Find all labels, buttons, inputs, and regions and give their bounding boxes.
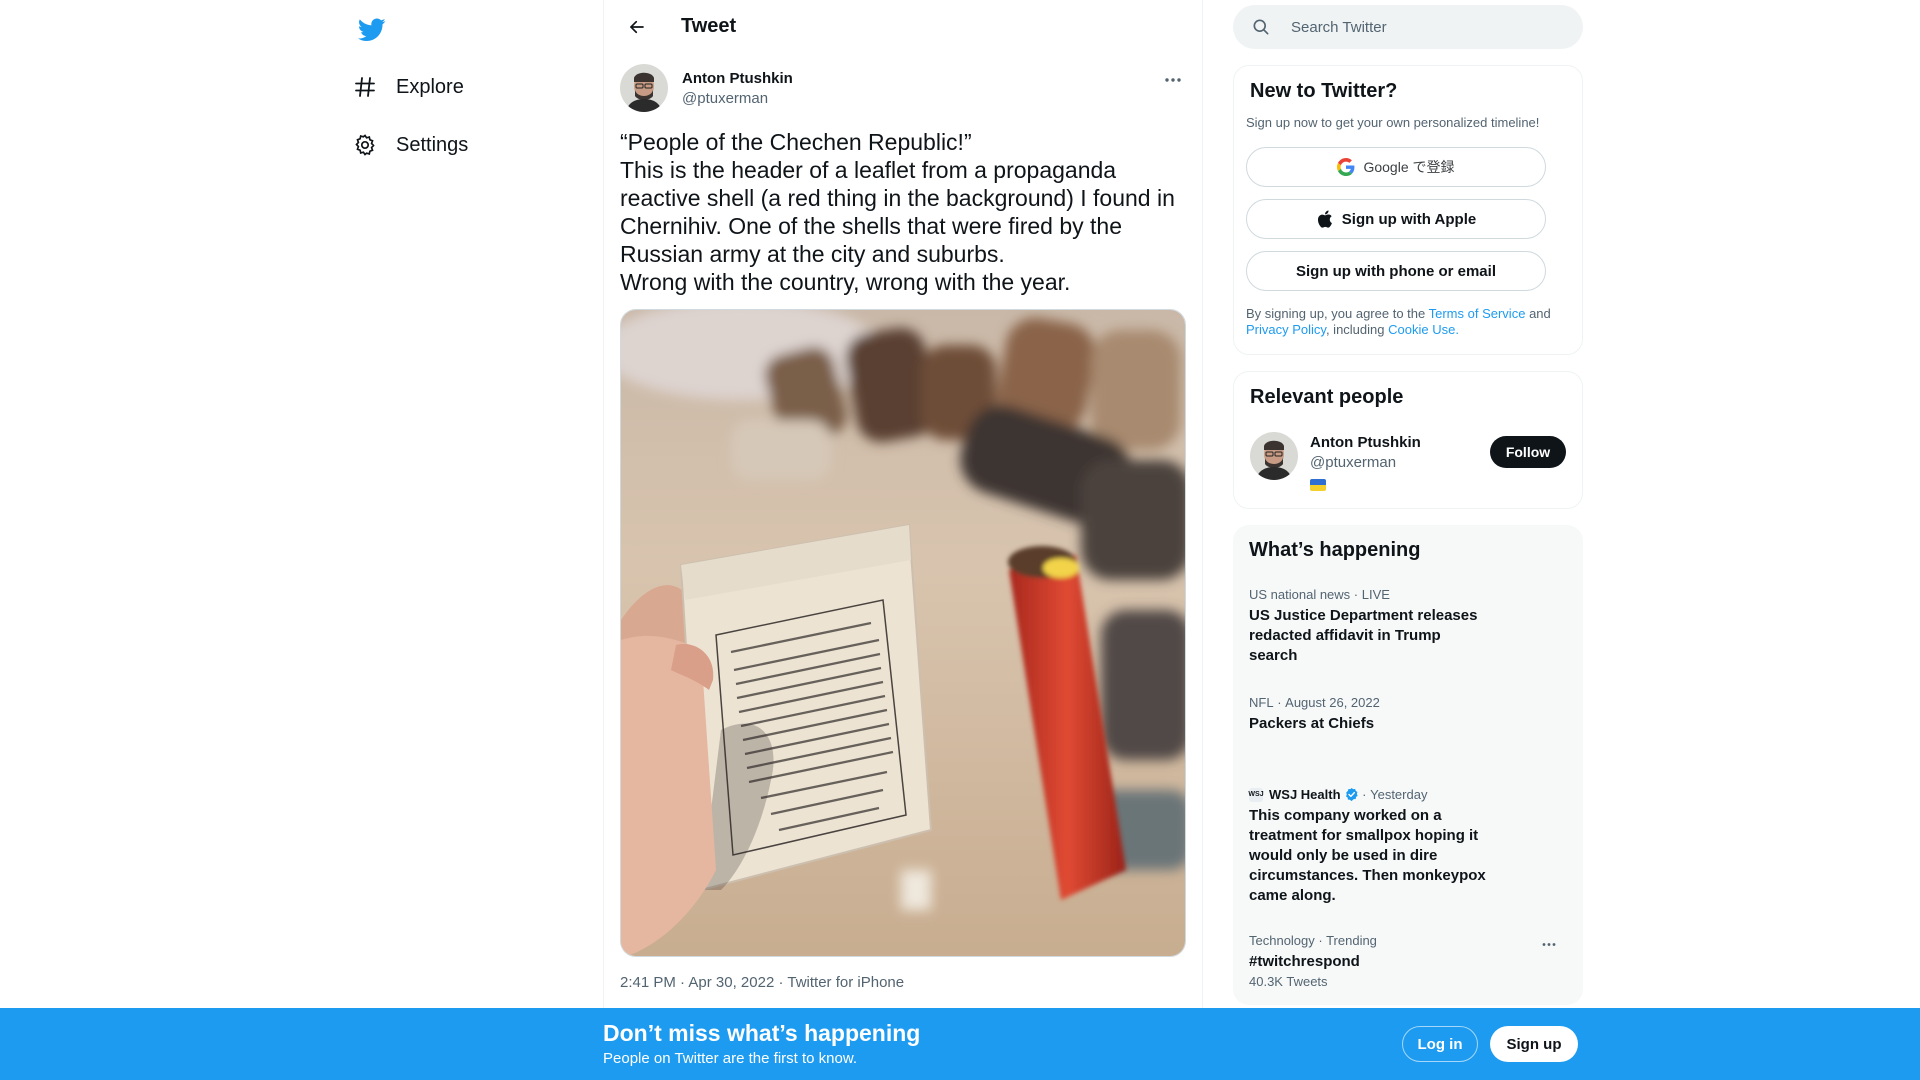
search-input[interactable] [1291, 18, 1561, 36]
trend-source: WSJ Health [1269, 787, 1341, 802]
nav-item-label: Explore [396, 75, 464, 98]
prompt-title: Don’t miss what’s happening [603, 1020, 921, 1046]
panel-subtitle: Sign up now to get your own personalized… [1246, 115, 1540, 130]
tweet-date: Apr 30, 2022 [688, 974, 775, 991]
meta-separator: · [680, 974, 686, 991]
apple-signup-button[interactable]: Sign up with Apple [1246, 199, 1546, 239]
legal-text: and [1529, 306, 1551, 321]
signup-button[interactable]: Sign up [1490, 1026, 1578, 1062]
trend-status: LIVE [1361, 587, 1390, 602]
search-icon [1251, 17, 1271, 37]
ukraine-flag-icon [1310, 479, 1326, 491]
apple-signup-label: Sign up with Apple [1341, 210, 1477, 228]
right-sidebar: New to Twitter? Sign up now to get your … [1233, 0, 1583, 1080]
more-dots-icon [1542, 942, 1556, 946]
phone-email-signup-button[interactable]: Sign up with phone or email [1246, 251, 1546, 291]
trend-context: US national news [1249, 587, 1351, 602]
new-to-twitter-panel: New to Twitter? Sign up now to get your … [1233, 65, 1583, 355]
follow-button[interactable]: Follow [1490, 436, 1566, 468]
legal-notice: By signing up, you agree to the Terms of… [1246, 306, 1566, 338]
relevant-people-panel: Relevant people Anton Ptushkin @ptuxerma… [1233, 371, 1583, 509]
wsj-logo-icon: WSJ [1248, 787, 1264, 802]
google-signup-label: Google で登録 [1363, 159, 1455, 175]
trend-meta: US national news · LIVE [1249, 587, 1567, 602]
person-handle[interactable]: @ptuxerman [1310, 454, 1396, 471]
left-navigation: Explore Settings [344, 0, 600, 1080]
tweet-timestamp: 2:41 PM · Apr 30, 2022 · Twitter for iPh… [620, 974, 904, 991]
google-signup-button[interactable]: Google で登録 [1246, 147, 1546, 187]
nav-item-label: Settings [396, 133, 469, 156]
prompt-subtitle: People on Twitter are the first to know. [603, 1050, 858, 1067]
page-title: Tweet [681, 15, 737, 37]
meta-separator: · [1353, 587, 1359, 602]
terms-link[interactable]: Terms of Service [1429, 306, 1526, 321]
tweet-text-line: This is the header of a leaflet from a p… [620, 157, 1175, 267]
tweet-header: Tweet [604, 0, 1202, 53]
trend-item[interactable]: NFL · August 26, 2022 Packers at Chiefs [1249, 695, 1567, 734]
trend-meta: WSJ WSJ Health · Yesterday [1248, 787, 1567, 802]
panel-title: What’s happening [1249, 539, 1421, 561]
trend-status: Yesterday [1370, 787, 1428, 802]
tweet-text-line: Wrong with the country, wrong with the y… [620, 269, 1071, 295]
more-options-button[interactable] [1158, 68, 1188, 92]
back-button[interactable] [620, 10, 654, 44]
more-dots-icon [1165, 78, 1181, 82]
tweet-column: Tweet Anton Ptushkin @ptuxerman “People … [603, 0, 1203, 1080]
trend-context: NFL [1249, 695, 1274, 710]
tweet-photo[interactable] [620, 309, 1186, 957]
privacy-link[interactable]: Privacy Policy [1246, 322, 1326, 337]
cookie-link[interactable]: Cookie Use. [1388, 322, 1459, 337]
whats-happening-panel: What’s happening US national news · LIVE… [1233, 525, 1583, 1005]
tweet-author: Anton Ptushkin @ptuxerman [620, 64, 1188, 114]
verified-badge-icon [1344, 787, 1359, 802]
search-bar[interactable] [1233, 5, 1583, 49]
author-name[interactable]: Anton Ptushkin [682, 70, 793, 87]
author-handle[interactable]: @ptuxerman [682, 90, 768, 107]
hashtag-icon [352, 74, 378, 100]
trend-item[interactable]: Technology · Trending #twitchrespond 40.… [1249, 933, 1567, 989]
meta-separator: · [778, 974, 784, 991]
tweet-source-link[interactable]: Twitter for iPhone [787, 974, 904, 991]
avatar[interactable] [1250, 432, 1298, 480]
trend-title: This company worked on a treatment for s… [1249, 807, 1486, 904]
trend-title: #twitchrespond [1249, 953, 1360, 970]
phone-signup-label: Sign up with phone or email [1295, 262, 1496, 280]
trend-meta: Technology · Trending [1249, 933, 1567, 948]
apple-icon [1316, 210, 1334, 228]
trend-item[interactable]: WSJ WSJ Health · Yesterday This company … [1248, 787, 1567, 906]
person-name[interactable]: Anton Ptushkin [1310, 434, 1421, 451]
nav-item-settings[interactable]: Settings [352, 120, 468, 170]
google-icon [1337, 158, 1355, 176]
trend-meta: NFL · August 26, 2022 [1249, 695, 1567, 710]
twitter-logo-icon[interactable] [352, 10, 392, 50]
tweet-time: 2:41 PM [620, 974, 676, 991]
tweet-text: “People of the Chechen Republic!” This i… [620, 128, 1188, 296]
trend-count: 40.3K Tweets [1249, 974, 1328, 989]
meta-separator: · [1362, 787, 1367, 802]
trend-title: US Justice Department releases redacted … [1249, 607, 1478, 664]
nav-item-explore[interactable]: Explore [352, 62, 464, 112]
trend-title: Packers at Chiefs [1249, 715, 1375, 732]
panel-title: Relevant people [1250, 386, 1404, 408]
trend-item[interactable]: US national news · LIVE US Justice Depar… [1249, 587, 1567, 666]
tweet-text-line: “People of the Chechen Republic!” [620, 129, 972, 155]
arrow-left-icon [630, 20, 644, 33]
panel-title: New to Twitter? [1250, 80, 1398, 102]
gear-icon [352, 132, 378, 158]
tweet-time-link[interactable]: 2:41 PM · Apr 30, 2022 [620, 974, 774, 991]
trend-context: Technology · Trending [1249, 933, 1377, 948]
meta-separator: · [1277, 695, 1282, 710]
legal-text: By signing up, you agree to the [1246, 306, 1426, 321]
legal-text: , including [1325, 322, 1385, 337]
avatar[interactable] [620, 64, 668, 112]
trend-more-button[interactable] [1537, 935, 1561, 953]
login-button[interactable]: Log in [1402, 1026, 1478, 1062]
signup-prompt-bar: Don’t miss what’s happening People on Tw… [0, 1008, 1920, 1080]
trend-status: August 26, 2022 [1285, 695, 1380, 710]
